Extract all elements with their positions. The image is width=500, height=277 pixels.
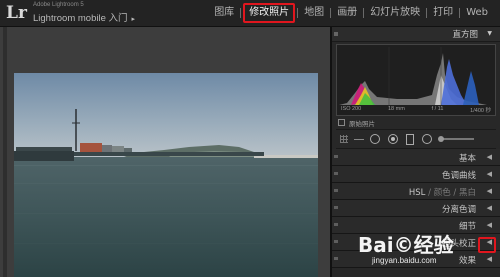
catalog-title[interactable]: Lightroom mobile 入门 ▸ xyxy=(33,10,135,24)
section-label: 效果 xyxy=(458,256,476,266)
section-switch-icon[interactable] xyxy=(334,155,338,158)
lightroom-logo: Lr xyxy=(6,3,27,23)
exif-shutter: 1/400 秒 xyxy=(470,108,491,114)
exif-info: ISO 200 18 mm f / 11 1/400 秒 xyxy=(341,106,491,114)
exif-iso: ISO 200 xyxy=(341,106,362,112)
spot-removal-icon[interactable] xyxy=(370,134,380,144)
panel-handle-icon xyxy=(334,32,338,36)
module-separator xyxy=(240,8,242,18)
section-basic[interactable]: 基本 ◀ xyxy=(332,149,500,166)
left-panel-edge[interactable] xyxy=(3,27,7,277)
app-subtitle: Adobe Lightroom 5 xyxy=(33,2,84,8)
section-label: 细节 xyxy=(458,222,476,232)
histogram-header[interactable]: 直方图 ▼ xyxy=(332,27,500,42)
highlight-box xyxy=(478,237,496,253)
baidu-watermark-url: jingyan.baidu.com xyxy=(372,256,437,265)
histogram-graph[interactable]: ISO 200 18 mm f / 11 1/400 秒 xyxy=(336,44,496,116)
histogram-title: 直方图 xyxy=(452,30,478,40)
section-switch-icon[interactable] xyxy=(334,172,338,175)
module-map[interactable]: 地图 xyxy=(298,0,330,26)
section-split-toning[interactable]: 分离色调 ◀ xyxy=(332,200,500,217)
harbor-photo[interactable] xyxy=(14,73,318,277)
checkbox-icon[interactable] xyxy=(338,119,345,126)
section-label: 色调曲线 xyxy=(441,171,476,181)
divider-dash-icon xyxy=(354,138,364,140)
original-photo-toggle[interactable]: 原始照片 xyxy=(332,116,500,129)
exif-aperture: f / 11 xyxy=(431,106,444,112)
expand-triangle-icon[interactable]: ◀ xyxy=(487,255,492,263)
section-label: 基本 xyxy=(458,154,476,164)
graduated-filter-icon[interactable] xyxy=(406,133,414,145)
module-print[interactable]: 打印 xyxy=(427,0,459,26)
tool-strip xyxy=(336,129,496,149)
expand-triangle-icon[interactable]: ◀ xyxy=(487,153,492,161)
photo-workspace xyxy=(0,27,332,277)
module-library[interactable]: 图库 xyxy=(208,0,240,26)
section-switch-icon[interactable] xyxy=(334,240,338,243)
module-web[interactable]: Web xyxy=(460,0,494,26)
radial-filter-icon[interactable] xyxy=(422,134,432,144)
histogram-curves xyxy=(339,47,487,109)
expand-triangle-icon[interactable]: ◀ xyxy=(487,187,492,195)
module-book[interactable]: 画册 xyxy=(331,0,363,26)
catalog-arrow-icon[interactable]: ▸ xyxy=(132,16,136,23)
section-switch-icon[interactable] xyxy=(334,257,338,260)
harbor-photo-image xyxy=(14,73,318,277)
section-switch-icon[interactable] xyxy=(334,206,338,209)
section-switch-icon[interactable] xyxy=(334,223,338,226)
top-bar: Lr Adobe Lightroom 5 Lightroom mobile 入门… xyxy=(0,0,500,27)
catalog-title-text: Lightroom mobile 入门 xyxy=(33,13,128,24)
module-develop[interactable]: 修改照片 xyxy=(243,3,296,23)
collapse-triangle-icon[interactable]: ▼ xyxy=(487,30,492,37)
section-switch-icon[interactable] xyxy=(334,189,338,192)
section-label: 分离色调 xyxy=(441,205,476,215)
expand-triangle-icon[interactable]: ◀ xyxy=(487,204,492,212)
crop-overlay-icon[interactable] xyxy=(340,135,348,143)
red-eye-icon[interactable] xyxy=(388,134,398,144)
hsl-tab[interactable]: HSL xyxy=(409,188,426,198)
expand-triangle-icon[interactable]: ◀ xyxy=(487,221,492,229)
original-photo-label: 原始照片 xyxy=(349,119,375,128)
section-tone-curve[interactable]: 色调曲线 ◀ xyxy=(332,166,500,183)
baidu-watermark-logo: Bai©经验 xyxy=(358,233,454,257)
module-slideshow[interactable]: 幻灯片放映 xyxy=(364,0,426,26)
section-hsl[interactable]: HSL / 颜色 / 黑白 ◀ xyxy=(332,183,500,200)
adjustment-brush-slider[interactable] xyxy=(438,136,474,142)
exif-focal: 18 mm xyxy=(387,106,405,112)
color-tab[interactable]: 颜色 xyxy=(434,188,451,198)
bw-tab[interactable]: 黑白 xyxy=(459,188,476,198)
section-label: HSL / 颜色 / 黑白 xyxy=(408,188,476,198)
expand-triangle-icon[interactable]: ◀ xyxy=(487,170,492,178)
module-picker: 图库 修改照片 地图 画册 幻灯片放映 打印 Web xyxy=(208,0,494,26)
